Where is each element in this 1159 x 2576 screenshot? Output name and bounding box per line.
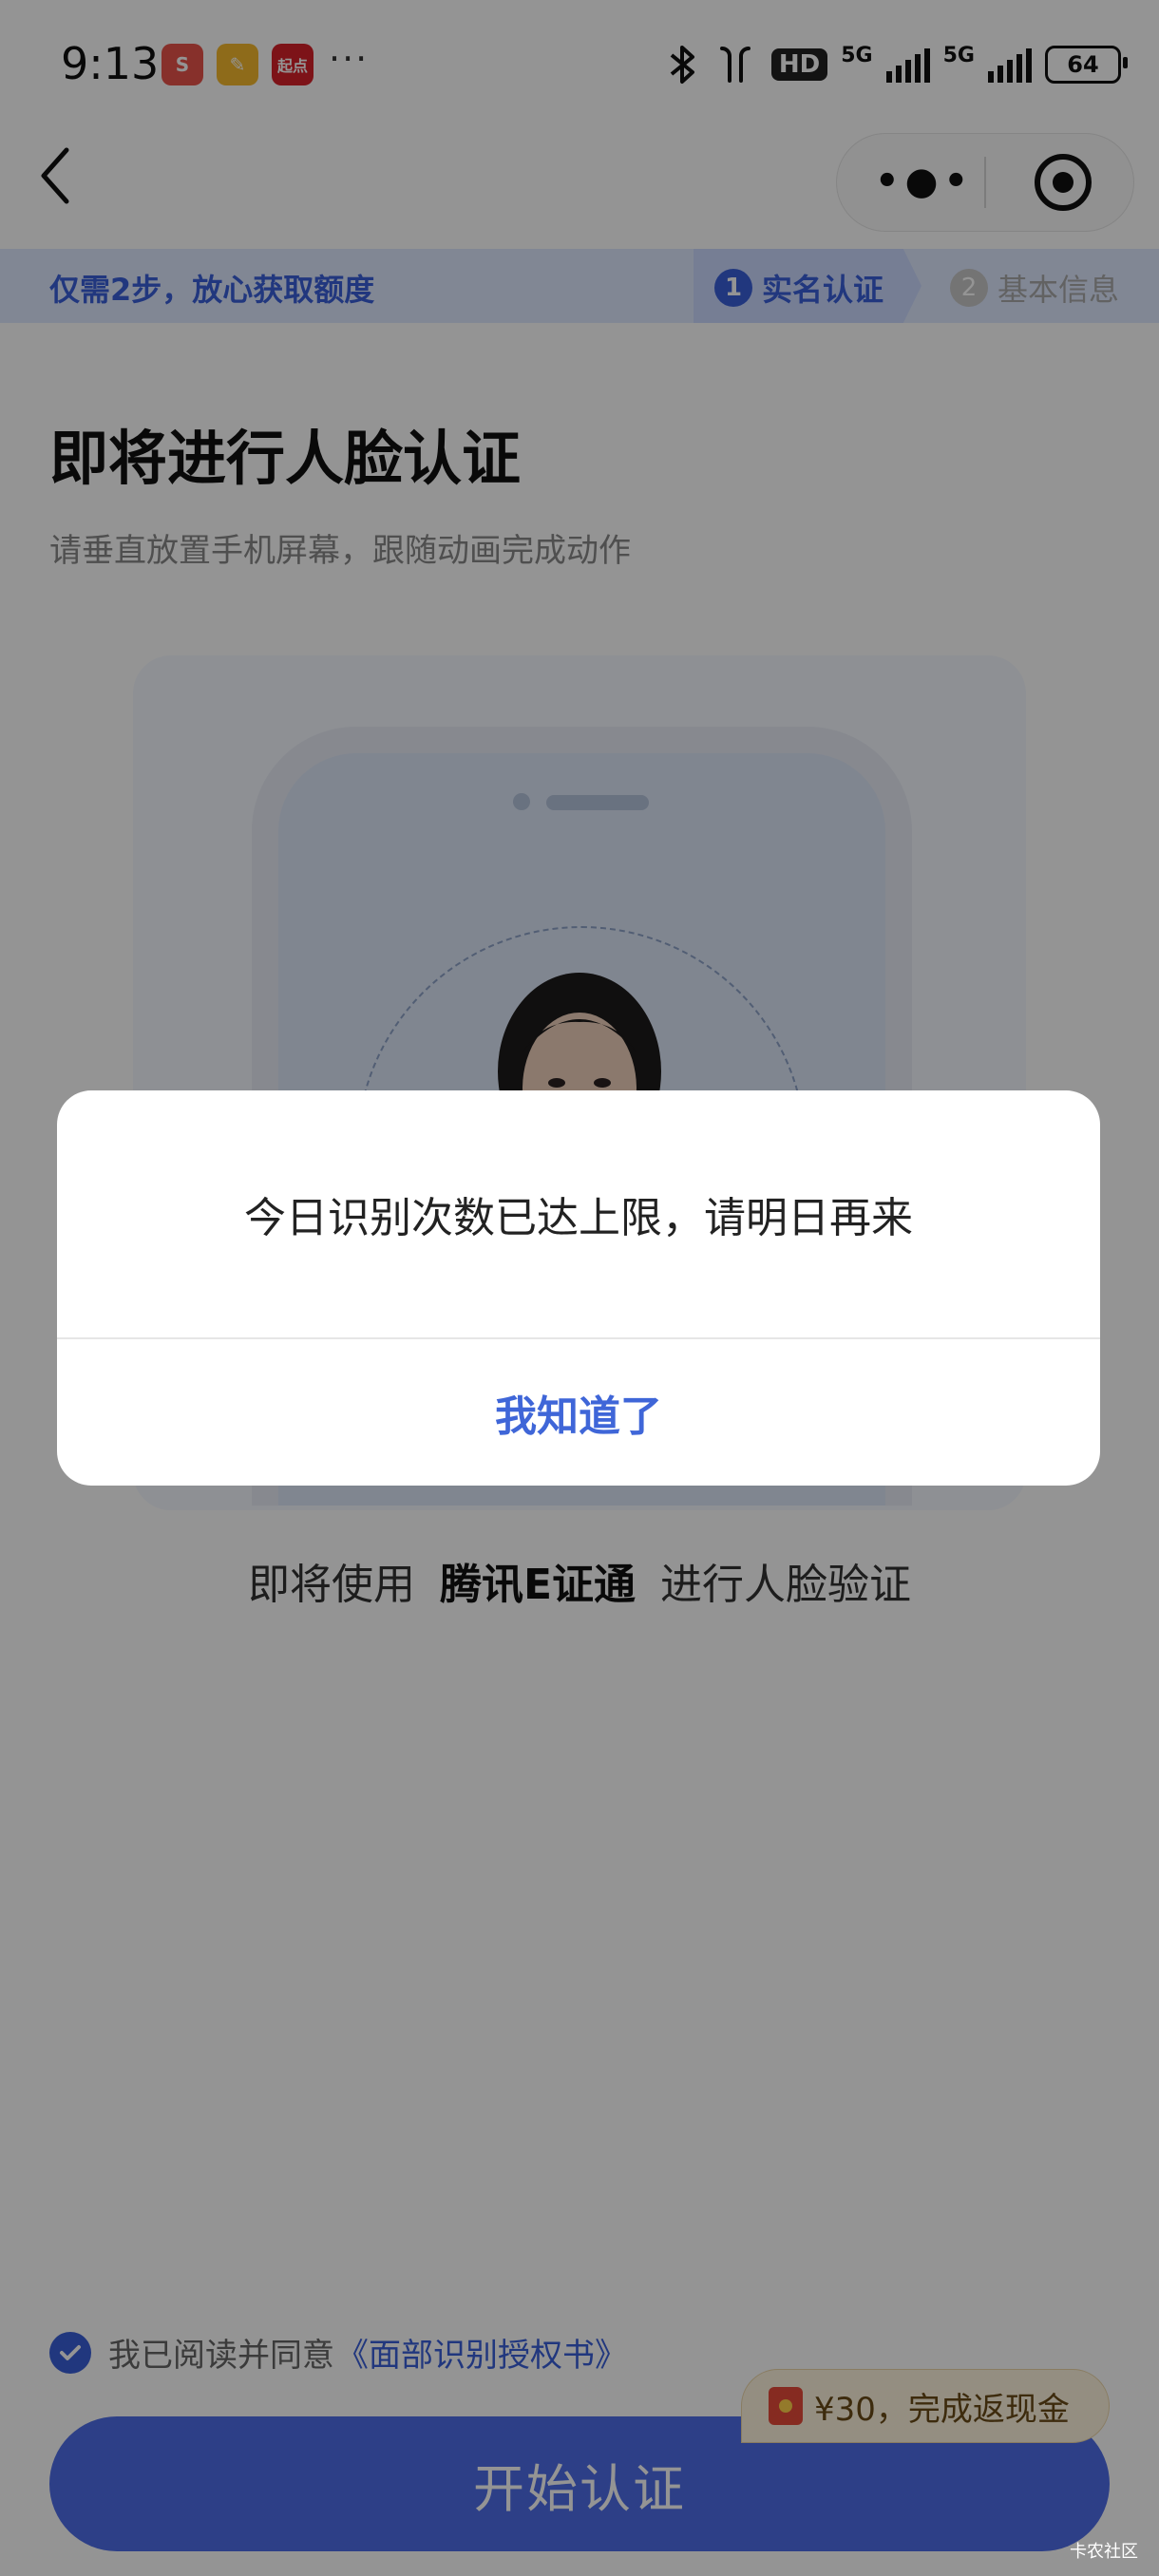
watermark: 卡农社区 — [1070, 2542, 1138, 2562]
dialog-message: 今日识别次数已达上限，请明日再来 — [244, 1194, 913, 1242]
limit-reached-dialog: 今日识别次数已达上限，请明日再来 我知道了 — [57, 1090, 1100, 1486]
dialog-confirm-button[interactable]: 我知道了 — [57, 1339, 1100, 1486]
